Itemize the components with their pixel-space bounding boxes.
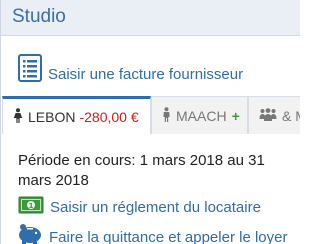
receipt-link-label: Faire la quittance et appeler le loyer [49,228,288,244]
tab-name: LEBON [28,108,76,125]
enter-supplier-invoice-link[interactable]: Saisir une facture fournisseur [18,54,243,86]
tab-badge: + [231,107,240,124]
piggy-bank-icon [16,222,44,244]
invoice-list-icon [18,54,42,86]
invoice-link-label: Saisir une facture fournisseur [48,66,244,83]
tab-name: & M [282,107,300,124]
current-period: Période en cours: 1 mars 2018 au 31 mars… [18,152,265,189]
svg-text:1: 1 [29,202,34,210]
tab-maach[interactable]: MAACH + [151,96,248,134]
issue-receipt-link[interactable]: Faire la quittance et appeler le loyer [16,222,287,244]
panel-header: Studio [1,0,300,36]
tenant-tabs: LEBON -280,00 € MAACH + & [1,96,300,134]
person-icon [162,106,171,125]
tab-balance: -280,00 € [79,108,139,125]
studio-panel: Studio Saisir une facture fournisseur LE… [0,0,300,244]
payment-link-label: Saisir un réglement du locataire [50,199,261,216]
tab-name: MAACH [176,107,227,124]
tab-lebon[interactable]: LEBON -280,00 € [2,96,151,134]
group-icon [259,107,277,124]
banknote-icon: 1 [18,196,44,218]
panel-title: Studio [12,6,66,27]
tab-group[interactable]: & M [248,96,300,134]
female-person-icon [13,107,23,126]
enter-tenant-payment-link[interactable]: 1 Saisir un réglement du locataire [18,196,261,218]
